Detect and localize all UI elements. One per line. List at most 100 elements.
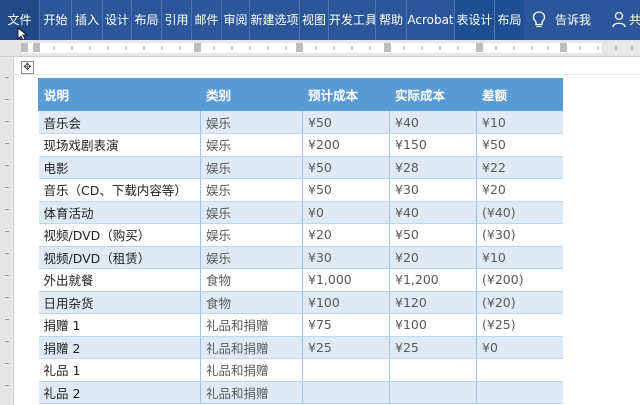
cell-description[interactable]: 礼品 2: [38, 381, 201, 404]
tab-mailings[interactable]: 邮件: [192, 0, 222, 40]
tab-table-layout[interactable]: 布局: [495, 0, 524, 40]
header-description[interactable]: 说明: [38, 78, 201, 111]
cell-difference[interactable]: ¥10: [476, 246, 563, 269]
cell-estimated-cost[interactable]: ¥75: [302, 313, 390, 337]
cell-estimated-cost[interactable]: ¥50: [302, 178, 390, 202]
cell-actual-cost[interactable]: [389, 358, 477, 382]
cell-estimated-cost[interactable]: ¥20: [302, 223, 390, 247]
cell-difference[interactable]: [476, 381, 563, 404]
cell-estimated-cost[interactable]: ¥1,000: [302, 268, 390, 292]
cell-description[interactable]: 捐赠 1: [38, 313, 201, 337]
budget-table[interactable]: 说明 类别 预计成本 实际成本 差额 音乐会 娱乐 ¥50 ¥40 ¥10 现场戏剧表演娱…: [38, 78, 563, 404]
table-row: 现场戏剧表演 娱乐 ¥200 ¥150 ¥50: [38, 133, 563, 157]
cell-estimated-cost[interactable]: ¥50: [302, 111, 390, 134]
table-row: 捐赠 2 礼品和捐赠 ¥25 ¥25 ¥0: [38, 336, 563, 359]
cell-estimated-cost[interactable]: ¥200: [302, 133, 390, 157]
header-estimated-cost[interactable]: 预计成本: [302, 78, 390, 111]
cell-difference[interactable]: (¥40): [476, 201, 563, 224]
cell-actual-cost[interactable]: ¥25: [389, 336, 477, 359]
tab-design[interactable]: 设计: [103, 0, 132, 40]
cell-actual-cost[interactable]: ¥20: [389, 246, 477, 269]
header-actual-cost[interactable]: 实际成本: [389, 78, 477, 111]
cell-category[interactable]: 食物: [200, 268, 303, 292]
cell-estimated-cost[interactable]: [302, 358, 390, 382]
cell-category[interactable]: 礼品和捐赠: [200, 336, 303, 359]
vertical-ruler[interactable]: [0, 57, 14, 405]
cell-category[interactable]: 娱乐: [200, 201, 303, 224]
cell-estimated-cost[interactable]: [302, 381, 390, 404]
page-edge-line: [14, 74, 640, 75]
cell-description[interactable]: 捐赠 2: [38, 336, 201, 359]
cell-description[interactable]: 音乐会: [38, 111, 201, 134]
cell-difference[interactable]: ¥22: [476, 156, 563, 179]
cell-estimated-cost[interactable]: ¥50: [302, 156, 390, 179]
cell-difference[interactable]: (¥200): [476, 268, 563, 292]
tab-insert[interactable]: 插入: [72, 0, 103, 40]
cell-difference[interactable]: (¥30): [476, 223, 563, 247]
cell-estimated-cost[interactable]: ¥100: [302, 291, 390, 314]
cell-category[interactable]: 娱乐: [200, 111, 303, 134]
tab-view[interactable]: 视图: [300, 0, 329, 40]
cell-category[interactable]: 礼品和捐赠: [200, 381, 303, 404]
cell-description[interactable]: 视频/DVD（购买）: [38, 223, 201, 247]
header-category[interactable]: 类别: [200, 78, 303, 111]
share-person-icon[interactable]: [612, 11, 628, 29]
table-row: 视频/DVD（购买） 娱乐 ¥20 ¥50 (¥30): [38, 223, 563, 247]
cell-description[interactable]: 体育活动: [38, 201, 201, 224]
cell-category[interactable]: 娱乐: [200, 178, 303, 202]
share-label[interactable]: 共: [629, 0, 640, 40]
tab-references[interactable]: 引用: [162, 0, 192, 40]
table-row: 音乐会 娱乐 ¥50 ¥40 ¥10: [38, 111, 563, 134]
cell-actual-cost[interactable]: ¥50: [389, 223, 477, 247]
cell-estimated-cost[interactable]: ¥25: [302, 336, 390, 359]
cell-difference[interactable]: [476, 358, 563, 382]
table-move-handle-icon[interactable]: ✥: [21, 61, 34, 74]
cell-actual-cost[interactable]: ¥40: [389, 111, 477, 134]
cell-actual-cost[interactable]: ¥28: [389, 156, 477, 179]
cell-description[interactable]: 日用杂货: [38, 291, 201, 314]
cell-category[interactable]: 娱乐: [200, 133, 303, 157]
cell-actual-cost[interactable]: ¥120: [389, 291, 477, 314]
table-row: 音乐（CD、下载内容等） 娱乐 ¥50 ¥30 ¥20: [38, 178, 563, 202]
cell-difference[interactable]: (¥25): [476, 313, 563, 337]
cell-category[interactable]: 礼品和捐赠: [200, 313, 303, 337]
tab-help[interactable]: 帮助: [376, 0, 407, 40]
cell-description[interactable]: 电影: [38, 156, 201, 179]
cell-difference[interactable]: ¥50: [476, 133, 563, 157]
cell-actual-cost[interactable]: [389, 381, 477, 404]
table-row: 捐赠 1 礼品和捐赠 ¥75 ¥100 (¥25): [38, 313, 563, 337]
tab-new-options[interactable]: 新建选项: [250, 0, 300, 40]
cell-category[interactable]: 娱乐: [200, 156, 303, 179]
header-difference[interactable]: 差额: [476, 78, 563, 111]
tab-layout[interactable]: 布局: [132, 0, 162, 40]
cell-actual-cost[interactable]: ¥1,200: [389, 268, 477, 292]
cell-description[interactable]: 现场戏剧表演: [38, 133, 201, 157]
lightbulb-icon[interactable]: [531, 10, 547, 30]
tab-table-design[interactable]: 表设计: [455, 0, 495, 40]
cell-difference[interactable]: ¥0: [476, 336, 563, 359]
cell-actual-cost[interactable]: ¥30: [389, 178, 477, 202]
cell-difference[interactable]: (¥20): [476, 291, 563, 314]
tab-home[interactable]: 开始: [40, 0, 72, 40]
cell-description[interactable]: 礼品 1: [38, 358, 201, 382]
tell-me-search[interactable]: 告诉我: [551, 0, 595, 40]
cell-estimated-cost[interactable]: ¥30: [302, 246, 390, 269]
cell-category[interactable]: 礼品和捐赠: [200, 358, 303, 382]
cell-difference[interactable]: ¥10: [476, 111, 563, 134]
cell-difference[interactable]: ¥20: [476, 178, 563, 202]
tab-review[interactable]: 审阅: [222, 0, 250, 40]
cell-category[interactable]: 食物: [200, 291, 303, 314]
cell-description[interactable]: 视频/DVD（租赁）: [38, 246, 201, 269]
tab-acrobat[interactable]: Acrobat: [407, 0, 455, 40]
ribbon-tab-bar: 文件 开始 插入 设计 布局 引用 邮件 审阅 新建选项 视图 开发工具 帮助 …: [0, 0, 640, 40]
cell-description[interactable]: 外出就餐: [38, 268, 201, 292]
cell-estimated-cost[interactable]: ¥0: [302, 201, 390, 224]
cell-actual-cost[interactable]: ¥40: [389, 201, 477, 224]
cell-category[interactable]: 娱乐: [200, 246, 303, 269]
cell-description[interactable]: 音乐（CD、下载内容等）: [38, 178, 201, 202]
cell-actual-cost[interactable]: ¥150: [389, 133, 477, 157]
tab-developer[interactable]: 开发工具: [329, 0, 376, 40]
cell-actual-cost[interactable]: ¥100: [389, 313, 477, 337]
horizontal-ruler[interactable]: [0, 40, 640, 57]
cell-category[interactable]: 娱乐: [200, 223, 303, 247]
